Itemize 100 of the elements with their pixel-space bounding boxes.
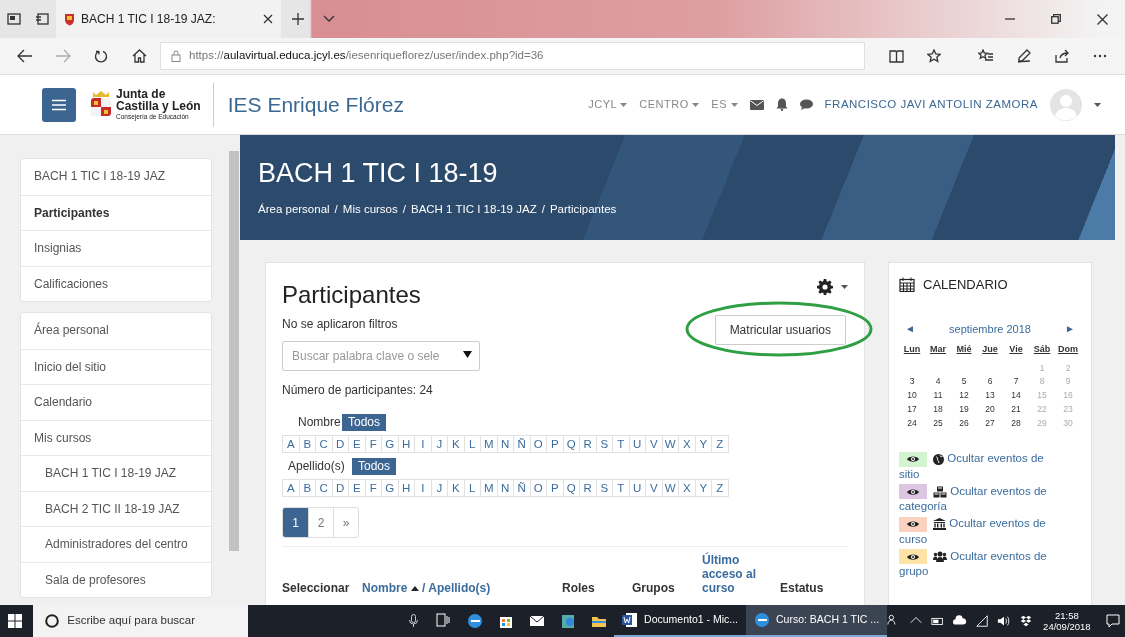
letter-filter[interactable]: Z <box>711 479 729 497</box>
sidebar-item[interactable]: Insignias <box>21 230 211 266</box>
column-header[interactable]: / Apellido(s) <box>422 581 491 595</box>
letter-filter[interactable]: P <box>546 435 564 453</box>
menu-dropdown[interactable]: JCYL <box>588 96 628 113</box>
close-icon[interactable] <box>263 14 273 24</box>
favorites-icon[interactable] <box>978 49 994 63</box>
letter-filter[interactable]: J <box>430 479 448 497</box>
letter-filter[interactable]: M <box>480 435 498 453</box>
letter-filter[interactable]: R <box>579 435 597 453</box>
letter-filter[interactable]: O <box>529 479 547 497</box>
share-icon[interactable] <box>1055 49 1069 63</box>
microphone-icon[interactable] <box>409 614 419 628</box>
letter-filter[interactable]: C <box>315 479 333 497</box>
calendar-day[interactable]: 25 <box>925 416 951 430</box>
sidebar-item[interactable]: Calificaciones <box>21 265 211 301</box>
next-month-link[interactable]: ► <box>1065 321 1075 337</box>
calendar-day[interactable]: 4 <box>925 375 951 388</box>
all-filter[interactable]: Todos <box>342 414 387 431</box>
column-header[interactable]: Nombre <box>362 581 408 595</box>
sidebar-item[interactable]: Administradores del centro <box>21 526 211 562</box>
volume-icon[interactable] <box>997 614 1012 628</box>
letter-filter[interactable]: B <box>298 435 316 453</box>
letter-filter[interactable]: Z <box>711 435 729 453</box>
breadcrumb-link[interactable]: BACH 1 TIC I 18-19 JAZ <box>410 201 537 219</box>
letter-filter[interactable]: F <box>364 479 382 497</box>
calendar-day[interactable]: 5 <box>951 375 977 388</box>
sidebar-item[interactable]: BACH 1 TIC I 18-19 JAZ <box>21 455 211 491</box>
letter-filter[interactable]: E <box>348 435 366 453</box>
letter-filter[interactable]: U <box>628 435 646 453</box>
letter-filter[interactable]: B <box>298 479 316 497</box>
page-link[interactable]: » <box>333 508 358 537</box>
mail-icon[interactable] <box>528 613 545 629</box>
windows-icon[interactable] <box>7 614 22 628</box>
calendar-day[interactable]: 10 <box>899 389 925 402</box>
notification-icon[interactable] <box>1105 614 1120 628</box>
bell-icon[interactable] <box>775 98 788 111</box>
letter-filter[interactable]: Q <box>562 479 580 497</box>
calendar-day[interactable]: 28 <box>1003 416 1029 430</box>
sidebar-item[interactable]: Calendario <box>21 384 211 420</box>
sidebar-item[interactable]: Área personal <box>21 313 211 349</box>
letter-filter[interactable]: C <box>315 435 333 453</box>
menu-dropdown[interactable]: ES <box>711 96 738 113</box>
tab-preview-icon[interactable] <box>7 13 21 25</box>
calendar-day[interactable]: 20 <box>977 402 1003 416</box>
event-filter-link[interactable]: Ocultar eventos de categoría <box>899 483 1064 514</box>
calendar-day[interactable]: 17 <box>899 402 925 416</box>
back-icon[interactable] <box>17 49 33 63</box>
sidebar-item[interactable]: Sala de profesores <box>21 561 211 597</box>
letter-filter[interactable]: R <box>579 479 597 497</box>
letter-filter[interactable]: U <box>628 479 646 497</box>
letter-filter[interactable]: V <box>645 479 663 497</box>
letter-filter[interactable]: D <box>331 435 349 453</box>
letter-filter[interactable]: T <box>612 479 630 497</box>
chat-icon[interactable] <box>799 99 813 110</box>
more-icon[interactable] <box>1093 54 1107 58</box>
scrollbar-thumb[interactable] <box>229 151 239 551</box>
letter-filter[interactable]: M <box>480 479 498 497</box>
breadcrumb-link[interactable]: Área personal <box>258 201 330 219</box>
letter-filter[interactable]: N <box>496 435 514 453</box>
user-name[interactable]: FRANCISCO JAVI ANTOLIN ZAMORA <box>824 95 1038 114</box>
page-link[interactable]: 2 <box>308 508 333 537</box>
menu-dropdown[interactable]: CENTRO <box>639 96 700 113</box>
letter-filter[interactable]: S <box>595 435 613 453</box>
calendar-day[interactable]: 12 <box>951 389 977 402</box>
letter-filter[interactable]: S <box>595 479 613 497</box>
letter-filter[interactable]: Ñ <box>513 435 531 453</box>
letter-filter[interactable]: G <box>381 479 399 497</box>
calendar-day[interactable]: 7 <box>1003 375 1029 388</box>
letter-filter[interactable]: F <box>364 435 382 453</box>
letter-filter[interactable]: K <box>447 435 465 453</box>
letter-filter[interactable]: A <box>282 435 300 453</box>
letter-filter[interactable]: Y <box>694 435 712 453</box>
task-view-icon[interactable] <box>436 613 453 629</box>
calendar-day[interactable]: 19 <box>951 402 977 416</box>
calendar-day[interactable]: 13 <box>977 389 1003 402</box>
letter-filter[interactable]: H <box>397 435 415 453</box>
letter-filter[interactable]: X <box>678 479 696 497</box>
box-icon[interactable] <box>1019 614 1034 628</box>
letter-filter[interactable]: W <box>661 479 679 497</box>
letter-filter[interactable]: L <box>463 435 481 453</box>
sidebar-item[interactable]: BACH 2 TIC II 18-19 JAZ <box>21 490 211 526</box>
home-icon[interactable] <box>131 49 147 63</box>
calendar-day[interactable]: 18 <box>925 402 951 416</box>
letter-filter[interactable]: Y <box>694 479 712 497</box>
letter-filter[interactable]: Ñ <box>513 479 531 497</box>
event-filter-link[interactable]: Ocultar eventos de curso <box>899 516 1064 546</box>
star-icon[interactable] <box>927 49 941 63</box>
letter-filter[interactable]: V <box>645 435 663 453</box>
restore-icon[interactable] <box>1051 14 1061 24</box>
browser-tab[interactable]: BACH 1 TIC I 18-19 JAZ: <box>56 0 281 38</box>
letter-filter[interactable]: G <box>381 435 399 453</box>
column-header[interactable]: Último acceso al curso <box>702 553 780 595</box>
taskbar-app[interactable]: Curso: BACH 1 TIC ... <box>746 605 888 637</box>
calendar-day[interactable]: 26 <box>951 416 977 430</box>
letter-filter[interactable]: K <box>447 479 465 497</box>
chevron-down-icon[interactable] <box>323 15 335 23</box>
letter-filter[interactable]: T <box>612 435 630 453</box>
pen-icon[interactable] <box>1017 49 1031 63</box>
calendar-day[interactable]: 14 <box>1003 389 1029 402</box>
